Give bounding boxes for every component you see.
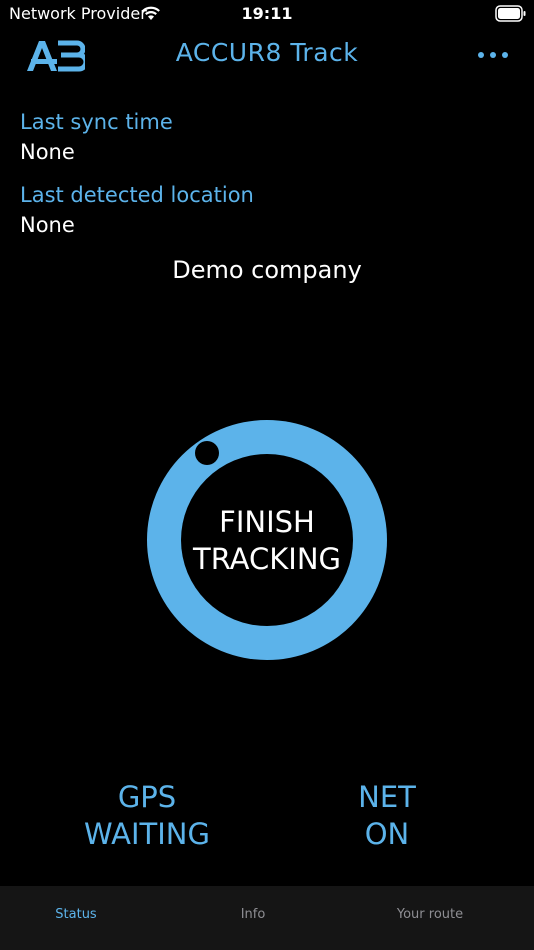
more-options-button[interactable] — [476, 42, 510, 68]
finish-tracking-label: FINISH TRACKING — [147, 504, 387, 578]
gps-state: WAITING — [84, 817, 210, 851]
last-location-label: Last detected location — [20, 183, 254, 207]
finish-tracking-label-line1: FINISH — [219, 505, 315, 539]
last-location-value: None — [20, 213, 75, 237]
tab-your-route-label: Your route — [396, 907, 464, 922]
tab-info-label: Info — [240, 907, 266, 922]
company-name: Demo company — [172, 256, 362, 284]
tracking-progress-indicator — [195, 441, 219, 465]
last-sync-label: Last sync time — [20, 110, 173, 134]
gps-label: GPS — [117, 780, 177, 814]
last-sync-value: None — [20, 140, 75, 164]
tab-your-route[interactable]: Your route — [341, 886, 519, 942]
status-bar: Network Provider 19:11 — [0, 0, 534, 30]
gps-status-indicator: GPS WAITING — [47, 779, 247, 853]
navigation-bar: ACCUR8 Track — [0, 30, 534, 80]
net-state: ON — [364, 817, 410, 851]
finish-tracking-label-line2: TRACKING — [192, 542, 341, 576]
tab-info[interactable]: Info — [164, 886, 342, 942]
status-time: 19:11 — [241, 4, 293, 23]
battery-icon — [495, 5, 526, 22]
finish-tracking-button[interactable]: FINISH TRACKING — [147, 420, 387, 660]
more-horizontal-icon-dot — [502, 52, 508, 58]
net-label: NET — [358, 780, 416, 814]
tab-status-label: Status — [55, 907, 97, 922]
app-title: ACCUR8 Track — [175, 38, 359, 67]
tab-bar: Status Info Your route — [0, 886, 534, 950]
more-horizontal-icon-dot — [490, 52, 496, 58]
net-status-indicator: NET ON — [287, 779, 487, 853]
more-horizontal-icon — [478, 52, 484, 58]
tab-status[interactable]: Status — [0, 886, 165, 942]
